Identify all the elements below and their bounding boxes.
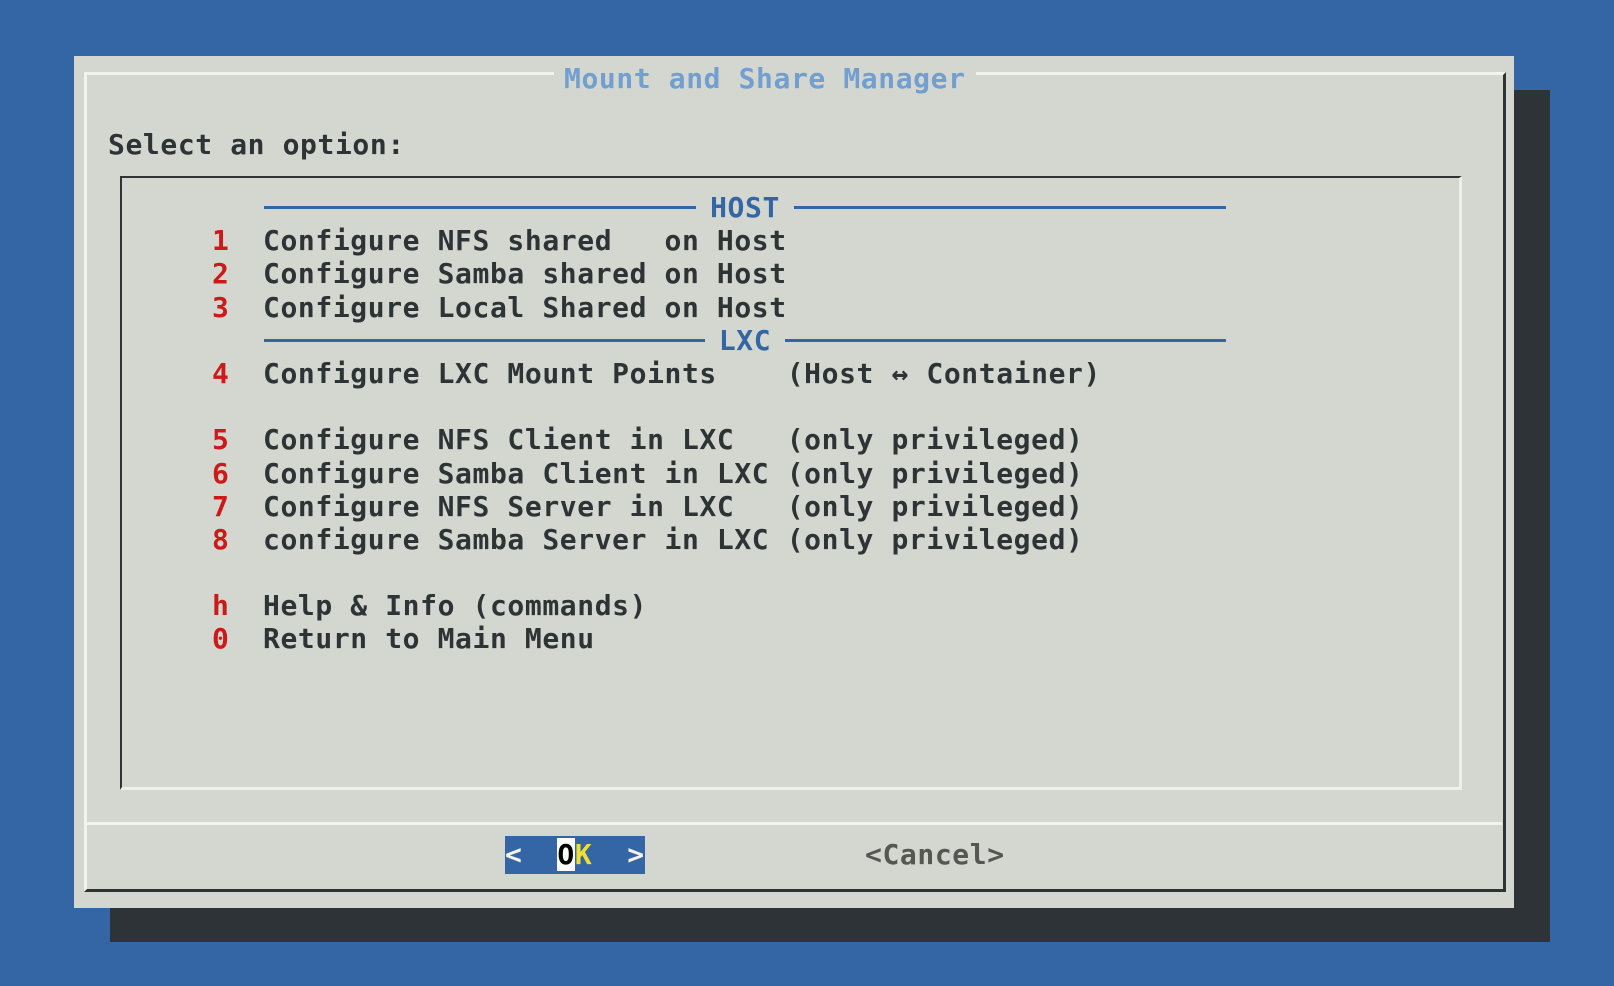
button-row: < OK > <Cancel>	[74, 836, 1514, 876]
menu-item-label: Configure NFS shared on Host	[263, 224, 787, 257]
menu-item-hotkey: 6	[212, 457, 230, 490]
separator-line	[264, 206, 696, 209]
menu-item-hotkey: 1	[212, 224, 230, 257]
separator-label: LXC	[705, 324, 785, 357]
separator-line	[264, 339, 705, 342]
menu-blank-row	[122, 390, 1459, 423]
menu-item-hotkey: 5	[212, 423, 230, 456]
menu-item-label: configure Samba Server in LXC (only priv…	[263, 523, 1084, 556]
menu-item-hotkey: 4	[212, 357, 230, 390]
ok-open-bracket: <	[505, 838, 557, 871]
menu-blank-row	[122, 556, 1459, 589]
menu-item-h[interactable]: h Help & Info (commands)	[122, 589, 1459, 622]
menu-item-2[interactable]: 2 Configure Samba shared on Host	[122, 257, 1459, 290]
separator-line	[785, 339, 1226, 342]
menu-item-hotkey: 2	[212, 257, 230, 290]
menu-item-8[interactable]: 8 configure Samba Server in LXC (only pri…	[122, 523, 1459, 556]
menu-item-label: Configure NFS Server in LXC (only privil…	[263, 490, 1084, 523]
mount-share-manager-dialog: Mount and Share Manager Select an option…	[74, 56, 1514, 908]
menu-separator-lxc: LXC	[264, 324, 1226, 357]
separator-label: HOST	[696, 191, 794, 224]
menu-item-3[interactable]: 3 Configure Local Shared on Host	[122, 291, 1459, 324]
menu-item-label: Configure Samba Client in LXC (only priv…	[263, 457, 1084, 490]
prompt-label: Select an option:	[108, 128, 405, 161]
terminal-screen: Mount and Share Manager Select an option…	[0, 0, 1614, 986]
cancel-button[interactable]: <Cancel>	[865, 836, 1005, 874]
menu-item-hotkey: 7	[212, 490, 230, 523]
menu-separator-host: HOST	[264, 191, 1226, 224]
ok-close-bracket: >	[592, 838, 644, 871]
menu-item-label: Return to Main Menu	[263, 622, 595, 655]
menu-item-5[interactable]: 5 Configure NFS Client in LXC (only privi…	[122, 423, 1459, 456]
menu-item-hotkey: h	[212, 589, 230, 622]
menu-item-label: Configure Samba shared on Host	[263, 257, 787, 290]
separator-line	[794, 206, 1226, 209]
menu-item-4[interactable]: 4 Configure LXC Mount Points (Host ↔ Cont…	[122, 357, 1459, 390]
menu-item-1[interactable]: 1 Configure NFS shared on Host	[122, 224, 1459, 257]
menu-item-6[interactable]: 6 Configure Samba Client in LXC (only pri…	[122, 457, 1459, 490]
menu-item-label: Help & Info (commands)	[263, 589, 647, 622]
menu-list: HOST 1 Configure NFS shared on Host 2 Config…	[122, 191, 1459, 656]
button-row-divider	[87, 822, 1502, 825]
dialog-title: Mount and Share Manager	[554, 62, 976, 95]
menu-item-label: Configure NFS Client in LXC (only privil…	[263, 423, 1084, 456]
menu-item-label: Configure Local Shared on Host	[263, 291, 787, 324]
menu-item-hotkey: 0	[212, 622, 230, 655]
menu-item-hotkey: 3	[212, 291, 230, 324]
menu-item-7[interactable]: 7 Configure NFS Server in LXC (only privi…	[122, 490, 1459, 523]
ok-button[interactable]: < OK >	[505, 836, 645, 874]
menu-item-hotkey: 8	[212, 523, 230, 556]
menu-box: HOST 1 Configure NFS shared on Host 2 Config…	[120, 176, 1462, 790]
menu-item-0[interactable]: 0 Return to Main Menu	[122, 622, 1459, 655]
menu-item-label: Configure LXC Mount Points (Host ↔ Conta…	[263, 357, 1101, 390]
ok-cursor-char: O	[557, 838, 574, 871]
ok-label-rest: K	[575, 838, 592, 871]
